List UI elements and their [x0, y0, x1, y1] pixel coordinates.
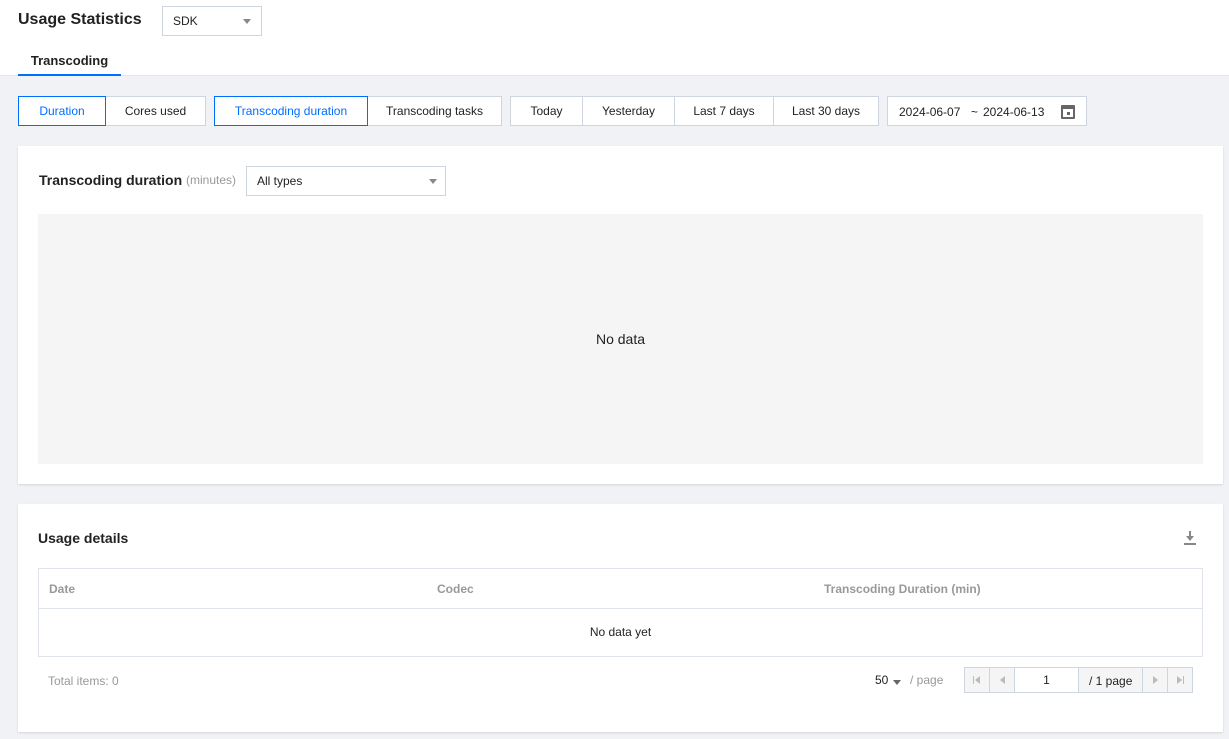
- chevron-down-icon: [893, 680, 902, 685]
- type-select[interactable]: All types: [246, 166, 446, 196]
- column-codec: Codec: [437, 582, 474, 596]
- chart-empty-text: No data: [595, 331, 646, 347]
- usage-table: Date Codec Transcoding Duration (min) No…: [38, 568, 1203, 657]
- chevron-down-icon: [243, 19, 251, 24]
- date-end: 2024-06-13: [983, 105, 1045, 119]
- next-page-icon[interactable]: [1142, 668, 1167, 692]
- last-7-days-button[interactable]: Last 7 days: [674, 96, 774, 126]
- chart-area: No data: [38, 214, 1203, 464]
- page-title: Usage Statistics: [18, 11, 142, 28]
- cores-used-button[interactable]: Cores used: [105, 96, 206, 126]
- column-date: Date: [49, 582, 76, 596]
- page-total: / 1 page: [1089, 674, 1133, 688]
- last-30-days-button[interactable]: Last 30 days: [773, 96, 879, 126]
- yesterday-button[interactable]: Yesterday: [582, 96, 675, 126]
- product-select[interactable]: SDK: [162, 6, 262, 36]
- prev-page-icon[interactable]: [990, 668, 1015, 692]
- type-toggle-group: Transcoding duration Transcoding tasks: [214, 96, 502, 126]
- page-size-select[interactable]: 50: [875, 673, 902, 687]
- table-empty-text: No data yet: [589, 625, 652, 639]
- chevron-down-icon: [429, 179, 437, 184]
- pagination: 1 / 1 page: [964, 667, 1193, 693]
- column-transcoding-duration: Transcoding Duration (min): [824, 582, 981, 596]
- total-items-count: 0: [112, 674, 119, 688]
- page-number-input[interactable]: 1: [1015, 668, 1079, 692]
- table-header: Date Codec Transcoding Duration (min): [39, 569, 1202, 609]
- tab-transcoding[interactable]: Transcoding: [18, 50, 121, 76]
- type-select-value: All types: [257, 174, 303, 188]
- chart-title: Transcoding duration: [39, 172, 183, 188]
- date-range-picker[interactable]: 2024-06-07 ~ 2024-06-13: [887, 96, 1087, 126]
- first-page-icon[interactable]: [965, 668, 990, 692]
- metric-toggle-group: Duration Cores used: [18, 96, 206, 126]
- date-separator: ~: [971, 105, 979, 119]
- usage-details-title: Usage details: [38, 530, 129, 546]
- product-select-value: SDK: [173, 14, 198, 28]
- today-button[interactable]: Today: [510, 96, 583, 126]
- download-icon[interactable]: [1184, 531, 1196, 545]
- last-page-icon[interactable]: [1167, 668, 1192, 692]
- duration-button[interactable]: Duration: [18, 96, 106, 126]
- date-start: 2024-06-07: [899, 105, 961, 119]
- per-page-label: / page: [910, 673, 944, 687]
- chart-card: Transcoding duration (minutes) All types…: [18, 146, 1223, 484]
- transcoding-tasks-button[interactable]: Transcoding tasks: [367, 96, 502, 126]
- top-bar: Usage Statistics SDK Transcoding: [0, 0, 1229, 76]
- total-items-label: Total items:: [48, 674, 109, 688]
- page-size-value: 50: [875, 673, 889, 687]
- date-range-presets: Today Yesterday Last 7 days Last 30 days: [510, 96, 879, 126]
- calendar-icon[interactable]: [1061, 105, 1075, 119]
- total-items: Total items: 0: [48, 674, 119, 688]
- chart-unit: (minutes): [186, 173, 237, 187]
- transcoding-duration-button[interactable]: Transcoding duration: [214, 96, 368, 126]
- usage-details-card: Usage details Date Codec Transcoding Dur…: [18, 504, 1223, 732]
